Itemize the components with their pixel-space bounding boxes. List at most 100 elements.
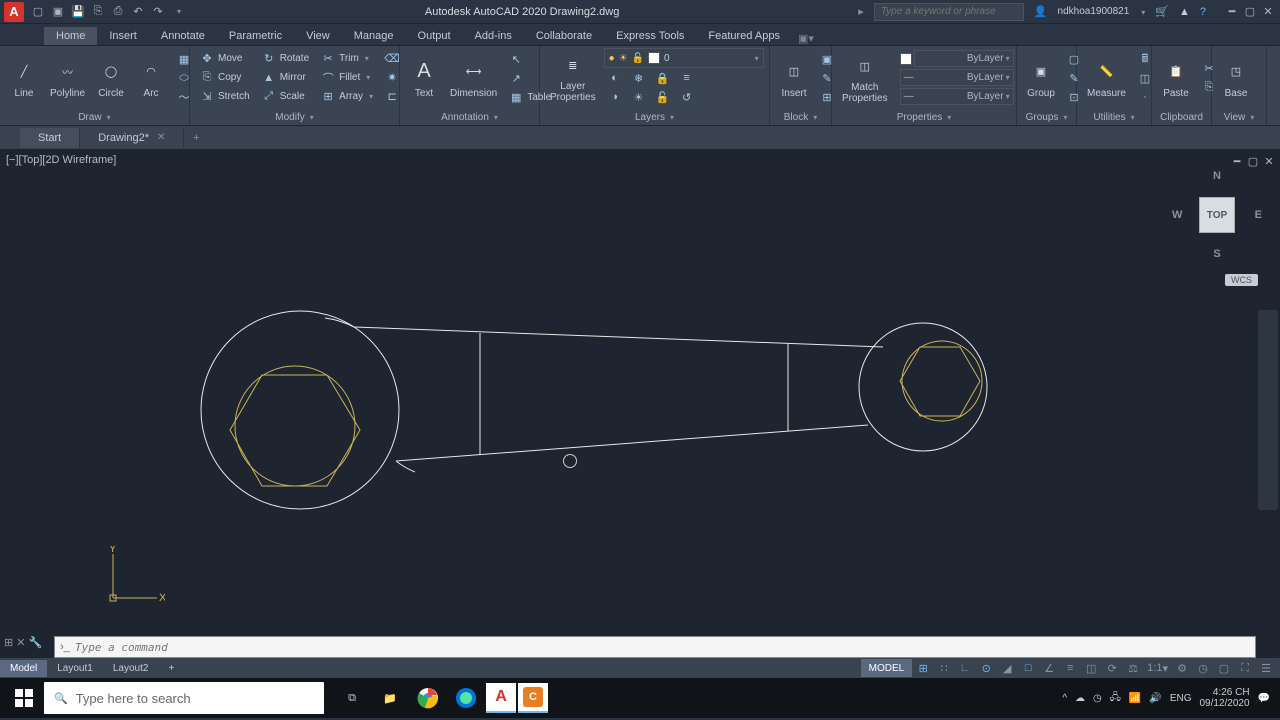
viewcube-face[interactable]: TOP <box>1199 197 1235 233</box>
layer-prev-button[interactable]: ↺ <box>676 88 698 106</box>
minimize-icon[interactable]: ━ <box>1224 5 1240 19</box>
layout-tab-add[interactable]: + <box>158 660 184 677</box>
user-dropdown-icon[interactable] <box>1139 6 1145 18</box>
panel-title-draw[interactable]: Draw <box>0 110 189 125</box>
scale-button[interactable]: ⤢Scale <box>258 88 313 106</box>
cmd-grid-icon[interactable]: ⊞ <box>4 636 13 649</box>
windows-search[interactable]: 🔍 Type here to search <box>44 682 324 714</box>
layer-iso-button[interactable]: ◑ <box>604 88 626 106</box>
layer-off-button[interactable]: ◐ <box>604 69 626 87</box>
chrome-icon[interactable] <box>410 680 446 716</box>
layer-freeze-button[interactable]: ❄ <box>628 69 650 87</box>
doc-tab-close-icon[interactable]: ✕ <box>157 132 165 143</box>
tab-view[interactable]: View <box>294 27 342 45</box>
status-gear-button[interactable]: ⚙ <box>1172 659 1192 677</box>
signin-icon[interactable]: 👤 <box>1034 5 1048 18</box>
tray-clock[interactable]: 4:26 CH 09/12/2020 <box>1199 687 1249 709</box>
tab-express-tools[interactable]: Express Tools <box>604 27 696 45</box>
open-icon[interactable]: ▣ <box>50 4 66 20</box>
stretch-button[interactable]: ⇲Stretch <box>196 88 254 106</box>
panel-title-view[interactable]: View <box>1212 110 1266 125</box>
lineweight-selector[interactable]: —ByLayer <box>900 69 1014 86</box>
start-button[interactable] <box>4 680 44 716</box>
drawing-canvas[interactable]: [−][Top][2D Wireframe] ━ ▢ ✕ N S E W TOP… <box>0 150 1280 636</box>
circle-button[interactable]: ◯Circle <box>93 48 129 108</box>
tab-output[interactable]: Output <box>406 27 463 45</box>
status-ws-button[interactable]: ◷ <box>1193 659 1213 677</box>
help-search-input[interactable] <box>874 3 1024 21</box>
dimension-button[interactable]: ⟷Dimension <box>446 48 501 108</box>
undo-icon[interactable]: ↶ <box>130 4 146 20</box>
layer-lock-button[interactable]: 🔒 <box>652 69 674 87</box>
status-clean-button[interactable]: ⛶ <box>1235 659 1255 677</box>
viewcube-s[interactable]: S <box>1213 248 1220 260</box>
cmd-close-icon[interactable]: ✕ <box>16 636 25 649</box>
tab-insert[interactable]: Insert <box>97 27 149 45</box>
command-chevron-icon[interactable]: ›_ <box>55 641 75 653</box>
close-icon[interactable]: ✕ <box>1260 5 1276 19</box>
tab-collaborate[interactable]: Collaborate <box>524 27 604 45</box>
status-custom-button[interactable]: ☰ <box>1256 659 1276 677</box>
tab-expand-icon[interactable]: ▣▾ <box>798 32 814 45</box>
move-button[interactable]: ✥Move <box>196 50 254 68</box>
command-input[interactable] <box>75 641 1255 654</box>
doc-tab-add-button[interactable]: + <box>184 132 208 144</box>
mirror-button[interactable]: ▲Mirror <box>258 69 313 87</box>
panel-title-annotation[interactable]: Annotation <box>400 110 539 125</box>
redo-icon[interactable]: ↷ <box>150 4 166 20</box>
array-button[interactable]: ⊞Array <box>317 88 377 106</box>
panel-title-groups[interactable]: Groups <box>1017 110 1076 125</box>
panel-title-layers[interactable]: Layers <box>540 109 769 125</box>
status-transparency-button[interactable]: ◫ <box>1081 659 1101 677</box>
status-cycling-button[interactable]: ⟳ <box>1102 659 1122 677</box>
cart-icon[interactable]: 🛒 <box>1155 5 1169 18</box>
tray-lang[interactable]: ENG <box>1170 693 1192 704</box>
help-icon[interactable]: ? <box>1200 6 1206 18</box>
autocad-taskbar-icon[interactable]: A <box>486 683 516 713</box>
tab-manage[interactable]: Manage <box>342 27 406 45</box>
paste-button[interactable]: 📋Paste <box>1158 48 1194 108</box>
plot-icon[interactable]: ⎙ <box>110 4 126 20</box>
measure-button[interactable]: 📏Measure <box>1083 48 1130 108</box>
username-label[interactable]: ndkhoa1900821 <box>1058 6 1130 17</box>
status-model-button[interactable]: MODEL <box>861 659 913 677</box>
linetype-selector[interactable]: —ByLayer <box>900 88 1014 105</box>
tray-wifi-icon[interactable]: 📶 <box>1129 693 1141 704</box>
status-iso-button[interactable]: ◢ <box>997 659 1017 677</box>
status-scale-button[interactable]: 1:1▾ <box>1144 659 1171 677</box>
search-arrow-icon[interactable]: ▸ <box>858 5 864 18</box>
layer-match-button[interactable]: ≡ <box>676 69 698 87</box>
status-polar-button[interactable]: ⊙ <box>976 659 996 677</box>
rotate-button[interactable]: ↻Rotate <box>258 50 313 68</box>
trim-button[interactable]: ✂Trim <box>317 50 377 68</box>
tab-addins[interactable]: Add-ins <box>463 27 524 45</box>
panel-title-utilities[interactable]: Utilities <box>1077 110 1151 125</box>
tray-notifications-icon[interactable]: 💬 <box>1258 693 1270 704</box>
match-properties-button[interactable]: ◫Match Properties <box>838 48 892 108</box>
status-annoscale-button[interactable]: ⚖ <box>1123 659 1143 677</box>
text-button[interactable]: AText <box>406 48 442 108</box>
app-logo-icon[interactable]: A <box>4 2 24 22</box>
tray-app-icon[interactable]: ◷ <box>1093 693 1102 704</box>
tray-up-icon[interactable]: ^ <box>1062 693 1067 704</box>
panel-title-properties[interactable]: Properties <box>832 110 1016 125</box>
layer-thaw-button[interactable]: ☀ <box>628 88 650 106</box>
layer-selector[interactable]: ● ☀ 🔓 0 <box>604 48 764 68</box>
camtasia-icon[interactable]: C <box>518 683 548 713</box>
qat-dropdown-icon[interactable] <box>170 4 186 20</box>
status-lwt-button[interactable]: ≡ <box>1060 659 1080 677</box>
viewcube-e[interactable]: E <box>1255 209 1262 221</box>
color-selector[interactable]: ByLayer <box>914 50 1014 67</box>
viewcube-w[interactable]: W <box>1172 209 1182 221</box>
doc-tab-drawing2[interactable]: Drawing2*✕ <box>80 128 184 148</box>
polyline-button[interactable]: 〰Polyline <box>46 48 89 108</box>
viewcube-n[interactable]: N <box>1213 170 1221 182</box>
color-swatch[interactable] <box>900 53 912 65</box>
autodesk-app-icon[interactable]: ▲ <box>1179 6 1190 18</box>
status-snap-button[interactable]: ∷ <box>934 659 954 677</box>
cmd-wrench-icon[interactable]: 🔧 <box>28 636 42 649</box>
status-monitor-button[interactable]: ▢ <box>1214 659 1234 677</box>
tray-volume-icon[interactable]: 🔊 <box>1149 693 1161 704</box>
status-grid-button[interactable]: ⊞ <box>913 659 933 677</box>
layout-tab-layout2[interactable]: Layout2 <box>103 660 159 677</box>
